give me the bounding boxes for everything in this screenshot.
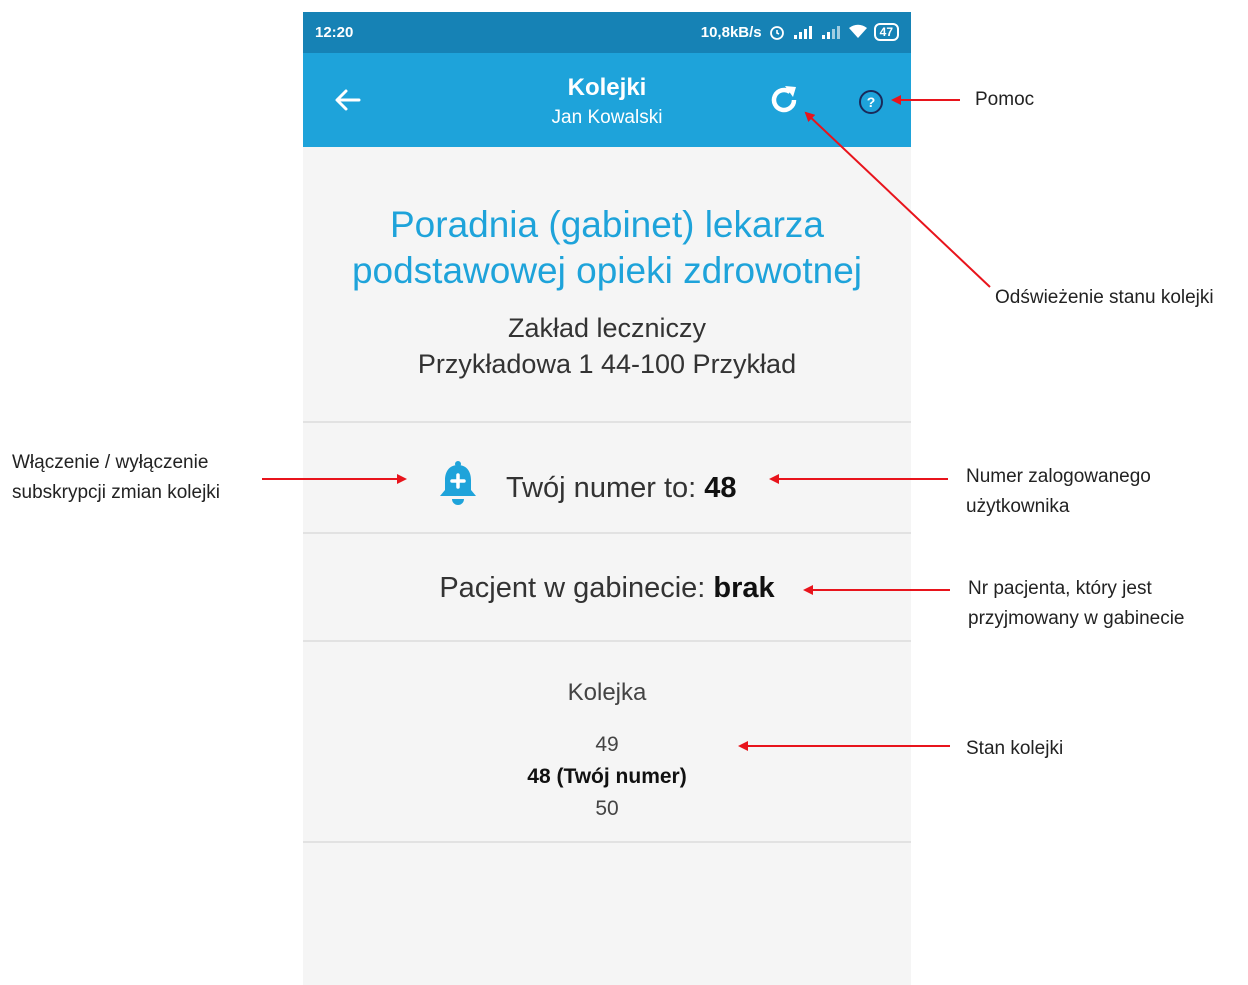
annotation-arrows xyxy=(262,95,991,751)
arrow-refresh xyxy=(804,111,991,288)
